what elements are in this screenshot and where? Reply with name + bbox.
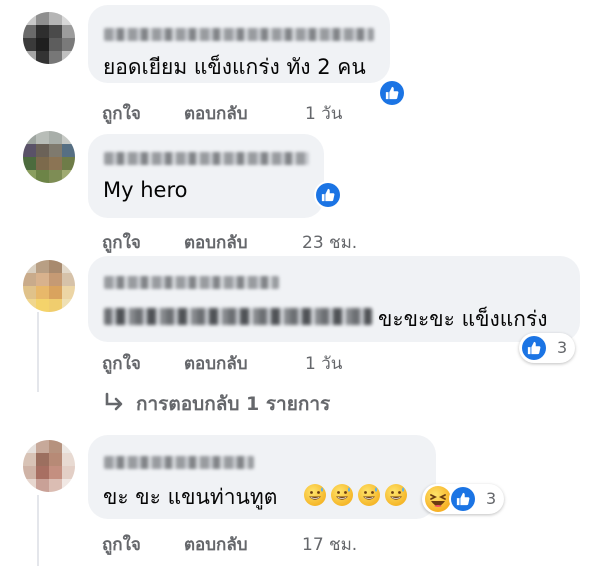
- blurred-tagged-name: [104, 308, 372, 325]
- blurred-author-name: [104, 28, 374, 41]
- timestamp[interactable]: 17 ชม.: [302, 531, 357, 558]
- reaction-count: 3: [557, 338, 568, 357]
- comment-bubble: My hero: [88, 134, 324, 218]
- grinning-sweat-emoji: [304, 484, 326, 506]
- avatar[interactable]: [23, 440, 75, 492]
- avatar[interactable]: [23, 12, 75, 64]
- comment-actions: ถูกใจ ตอบกลับ 23 ชม.: [102, 229, 382, 253]
- blurred-author-name: [104, 152, 309, 165]
- thread-line: [37, 495, 39, 566]
- comment-actions: ถูกใจ ตอบกลับ 1 วัน: [102, 100, 362, 124]
- reply-link[interactable]: ตอบกลับ: [184, 531, 248, 558]
- comment-actions: ถูกใจ ตอบกลับ 17 ชม.: [102, 531, 382, 555]
- reaction-summary[interactable]: 3: [422, 484, 504, 514]
- like-link[interactable]: ถูกใจ: [102, 100, 141, 127]
- reply-link[interactable]: ตอบกลับ: [184, 229, 248, 256]
- comment-bubble: ขะ ขะ แขนท่านทูต: [88, 435, 436, 519]
- grinning-sweat-emoji: [331, 484, 353, 506]
- timestamp[interactable]: 1 วัน: [305, 100, 342, 127]
- comment-bubble: ขะขะขะ แข็งแกร่ง: [88, 256, 580, 342]
- comment-text: ยอดเยียม แข็งแกร่ง ทัง 2 คน: [103, 55, 366, 79]
- thumbs-up-icon[interactable]: [378, 79, 406, 107]
- like-link[interactable]: ถูกใจ: [102, 229, 141, 256]
- comment-text: ขะขะขะ แข็งแกร่ง: [378, 307, 548, 331]
- timestamp[interactable]: 1 วัน: [305, 350, 342, 377]
- reaction-count: 3: [486, 489, 497, 508]
- comment-bubble: ยอดเยียม แข็งแกร่ง ทัง 2 คน: [88, 5, 390, 83]
- reaction-summary[interactable]: 3: [519, 333, 575, 363]
- reply-link[interactable]: ตอบกลับ: [184, 350, 248, 377]
- thumbs-up-icon: [520, 334, 548, 362]
- like-link[interactable]: ถูกใจ: [102, 531, 141, 558]
- reply-arrow-icon: [105, 392, 123, 411]
- reply-link[interactable]: ตอบกลับ: [184, 100, 248, 127]
- grinning-sweat-emoji: [385, 484, 407, 506]
- thumbs-up-icon[interactable]: [314, 181, 342, 209]
- comment-actions: ถูกใจ ตอบกลับ 1 วัน: [102, 350, 382, 374]
- avatar[interactable]: [23, 260, 75, 312]
- grinning-sweat-emoji: [358, 484, 380, 506]
- comment-text: My hero: [103, 178, 188, 202]
- haha-reaction-icon: [425, 486, 451, 512]
- like-link[interactable]: ถูกใจ: [102, 350, 141, 377]
- blurred-author-name: [104, 456, 254, 469]
- view-replies[interactable]: การตอบกลับ 1 รายการ: [103, 389, 403, 417]
- thumbs-up-icon: [449, 485, 477, 513]
- blurred-author-name: [104, 276, 279, 289]
- view-replies-label[interactable]: การตอบกลับ 1 รายการ: [136, 389, 330, 419]
- avatar[interactable]: [23, 131, 75, 183]
- comment-text: ขะ ขะ แขนท่านทูต: [103, 485, 278, 509]
- timestamp[interactable]: 23 ชม.: [302, 229, 357, 256]
- thread-line: [37, 312, 39, 392]
